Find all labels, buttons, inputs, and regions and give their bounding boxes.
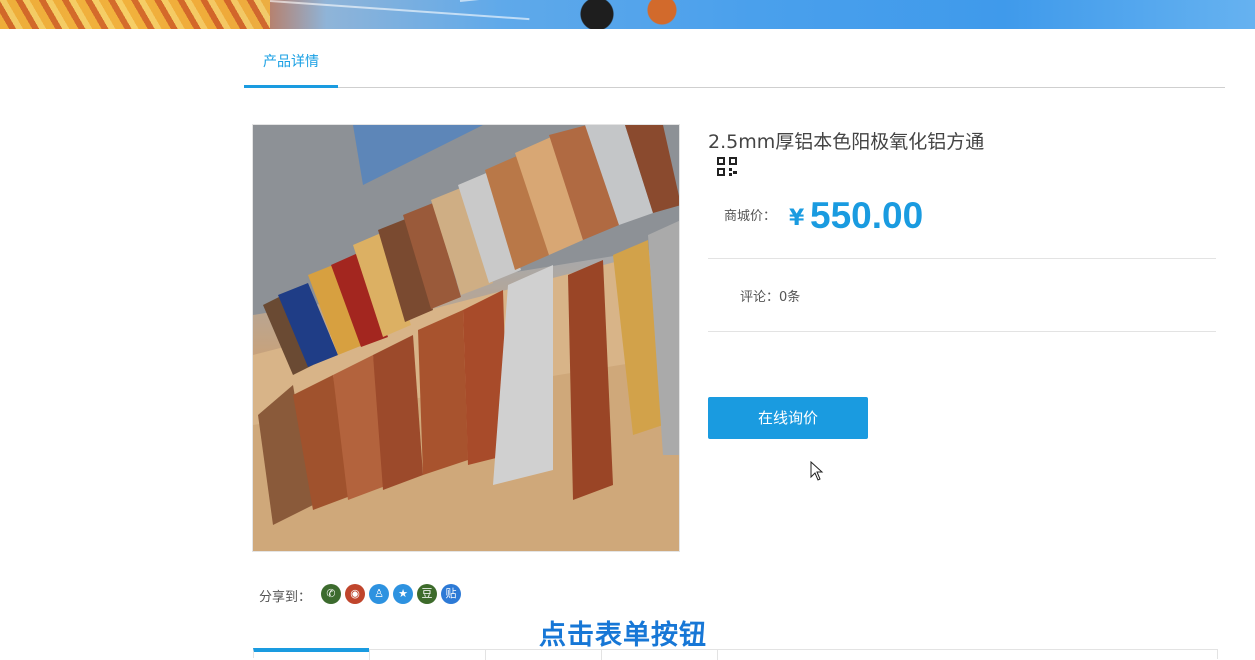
tab-product-details[interactable]: 产品详情 — [244, 50, 338, 88]
price-value: 550.00 — [810, 195, 924, 236]
price-label: 商城价： — [724, 209, 777, 224]
top-banner-image — [0, 0, 1255, 29]
banner-person-graphic — [572, 0, 692, 29]
bottom-tab[interactable] — [253, 648, 369, 658]
detail-tab-bar: 产品详情 — [244, 50, 1225, 88]
product-title: 2.5mm厚铝本色阳极氧化铝方通 — [708, 131, 985, 153]
price-currency: ¥ — [789, 206, 805, 231]
mouse-pointer-icon — [810, 460, 824, 481]
wechat-icon[interactable]: ✆ — [321, 584, 341, 604]
qr-code-icon[interactable] — [717, 157, 737, 176]
divider — [708, 258, 1216, 259]
tieba-icon[interactable]: 贴 — [441, 584, 461, 604]
review-count[interactable]: 评论：0条 — [740, 286, 800, 305]
qq-icon[interactable]: ♙ — [369, 584, 389, 604]
divider — [708, 331, 1216, 332]
banner-carousel-graphic — [0, 0, 270, 29]
product-image — [252, 124, 680, 552]
online-inquiry-button[interactable]: 在线询价 — [708, 397, 868, 439]
banner-rope — [269, 0, 530, 21]
weibo-icon[interactable]: ◉ — [345, 584, 365, 604]
douban-icon[interactable]: 豆 — [417, 584, 437, 604]
share-icons: ✆ ◉ ♙ ★ 豆贴 — [321, 584, 461, 604]
qzone-icon[interactable]: ★ — [393, 584, 413, 604]
overlay-caption: 点击表单按钮 — [539, 620, 707, 651]
bottom-tab-strip — [253, 648, 1218, 660]
share-label: 分享到： — [259, 590, 312, 605]
